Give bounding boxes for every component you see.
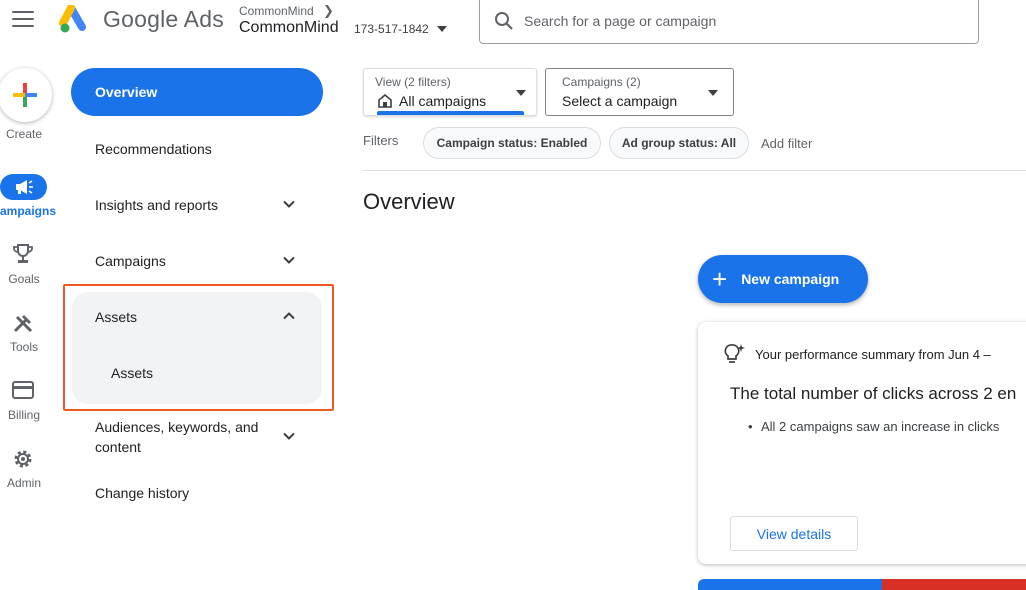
highlight-box <box>63 284 334 411</box>
campaigns-rail-label[interactable]: ampaigns <box>0 204 56 218</box>
lightbulb-sparkle-icon <box>724 344 745 363</box>
account-name[interactable]: CommonMind <box>239 19 339 37</box>
account-parent[interactable]: CommonMind <box>239 4 314 18</box>
nav-overview[interactable]: Overview <box>71 68 323 116</box>
main-menu-icon[interactable] <box>12 11 34 29</box>
view-details-button[interactable]: View details <box>730 516 858 551</box>
brand-name: Google Ads <box>103 6 224 32</box>
campaigns-rail-button[interactable] <box>0 174 47 200</box>
chevron-down-icon[interactable] <box>283 198 295 210</box>
plus-icon: + <box>712 264 728 294</box>
gear-icon[interactable] <box>12 448 34 470</box>
nav-recommendations[interactable]: Recommendations <box>95 141 212 157</box>
dropdown-caret-icon <box>708 90 718 96</box>
next-card-red <box>882 579 1026 590</box>
nav-change-history[interactable]: Change history <box>95 485 189 501</box>
new-campaign-button[interactable]: + New campaign <box>698 255 868 303</box>
campaign-selected: Select a campaign <box>562 93 678 109</box>
search-input[interactable]: Search for a page or campaign <box>479 0 979 44</box>
view-selector[interactable]: View (2 filters) All campaigns <box>363 68 537 116</box>
add-filter-link[interactable]: Add filter <box>761 136 812 151</box>
divider <box>363 170 1026 171</box>
chevron-down-icon[interactable] <box>283 254 295 266</box>
next-card-blue <box>698 579 882 590</box>
plus-icon <box>13 83 37 107</box>
megaphone-icon <box>15 180 33 194</box>
home-icon <box>378 94 392 108</box>
chevron-right-icon: ❯ <box>323 3 334 18</box>
new-campaign-label: New campaign <box>741 271 840 287</box>
billing-label[interactable]: Billing <box>0 408 48 422</box>
card-heading: Your performance summary from Jun 4 – <box>755 347 991 362</box>
nav-campaigns[interactable]: Campaigns <box>95 253 166 269</box>
card-bullet: All 2 campaigns saw an increase in click… <box>761 419 1000 434</box>
credit-card-icon[interactable] <box>12 381 34 399</box>
campaign-count: Campaigns (2) <box>562 75 641 89</box>
view-filter-count: View (2 filters) <box>375 75 451 89</box>
google-ads-logo <box>59 5 86 33</box>
goals-label[interactable]: Goals <box>0 272 48 286</box>
view-active-indicator <box>377 111 524 115</box>
nav-insights[interactable]: Insights and reports <box>95 197 218 213</box>
account-dropdown-icon[interactable] <box>437 26 447 32</box>
create-label[interactable]: Create <box>0 127 48 141</box>
account-id: 173-517-1842 <box>354 22 429 36</box>
view-selected: All campaigns <box>399 93 487 109</box>
dropdown-caret-icon <box>516 90 526 96</box>
tools-icon[interactable] <box>12 312 34 334</box>
page-title: Overview <box>363 189 455 214</box>
bullet-icon: • <box>748 419 753 434</box>
tools-label[interactable]: Tools <box>0 340 48 354</box>
filter-chip-ad-group-status[interactable]: Ad group status: All <box>609 127 749 159</box>
nav-audiences-line2[interactable]: content <box>95 439 141 455</box>
campaign-selector[interactable]: Campaigns (2) Select a campaign <box>545 68 734 116</box>
create-button[interactable] <box>0 68 52 122</box>
admin-label[interactable]: Admin <box>0 476 48 490</box>
filters-label: Filters <box>363 133 399 148</box>
trophy-icon[interactable] <box>12 243 34 265</box>
nav-audiences-line1[interactable]: Audiences, keywords, and <box>95 419 258 435</box>
card-summary: The total number of clicks across 2 en <box>730 384 1017 403</box>
search-placeholder: Search for a page or campaign <box>524 13 717 29</box>
filter-chip-campaign-status[interactable]: Campaign status: Enabled <box>423 127 601 159</box>
search-icon <box>495 12 513 30</box>
chevron-down-icon[interactable] <box>283 430 295 442</box>
